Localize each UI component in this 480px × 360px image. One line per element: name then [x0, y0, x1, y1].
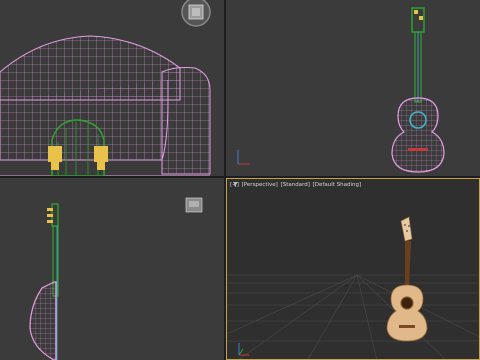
viewport-left[interactable] [0, 178, 224, 360]
viewcube-small-icon[interactable] [185, 197, 203, 213]
viewport-front[interactable] [226, 0, 480, 176]
guitar-left-wireframe [29, 203, 59, 360]
viewport-label: [+] [Perspective] [Standard] [Default Sh… [230, 182, 362, 188]
viewport-top[interactable] [0, 0, 224, 176]
viewport-perspective[interactable]: [+] [Perspective] [Standard] [Default Sh… [226, 178, 480, 360]
viewport-divider-vertical[interactable] [224, 0, 226, 360]
guitar-front-wireframe [391, 7, 445, 173]
viewport-point-of-view-label[interactable]: [Perspective] [242, 182, 278, 188]
axis-tripod-icon [237, 150, 250, 165]
viewcube-icon[interactable] [181, 0, 211, 27]
viewport-shading-label[interactable]: [Default Shading] [313, 182, 361, 188]
ground-grid [227, 274, 479, 359]
guitar-render [386, 216, 428, 342]
viewport-divider-horizontal[interactable] [0, 176, 480, 178]
viewport-standard-label[interactable]: [Standard] [281, 182, 310, 188]
filter-icon[interactable] [233, 182, 238, 187]
